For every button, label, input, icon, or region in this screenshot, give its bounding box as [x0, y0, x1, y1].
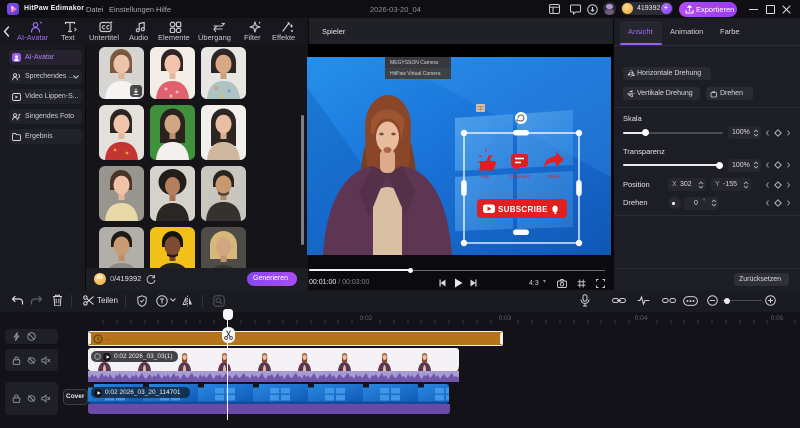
svg-text:SUBSCRIBE: SUBSCRIBE — [498, 205, 548, 214]
svg-text:Comment: Comment — [510, 174, 530, 179]
svg-text:Like: Like — [481, 174, 490, 179]
svg-text:Share: Share — [548, 174, 561, 179]
